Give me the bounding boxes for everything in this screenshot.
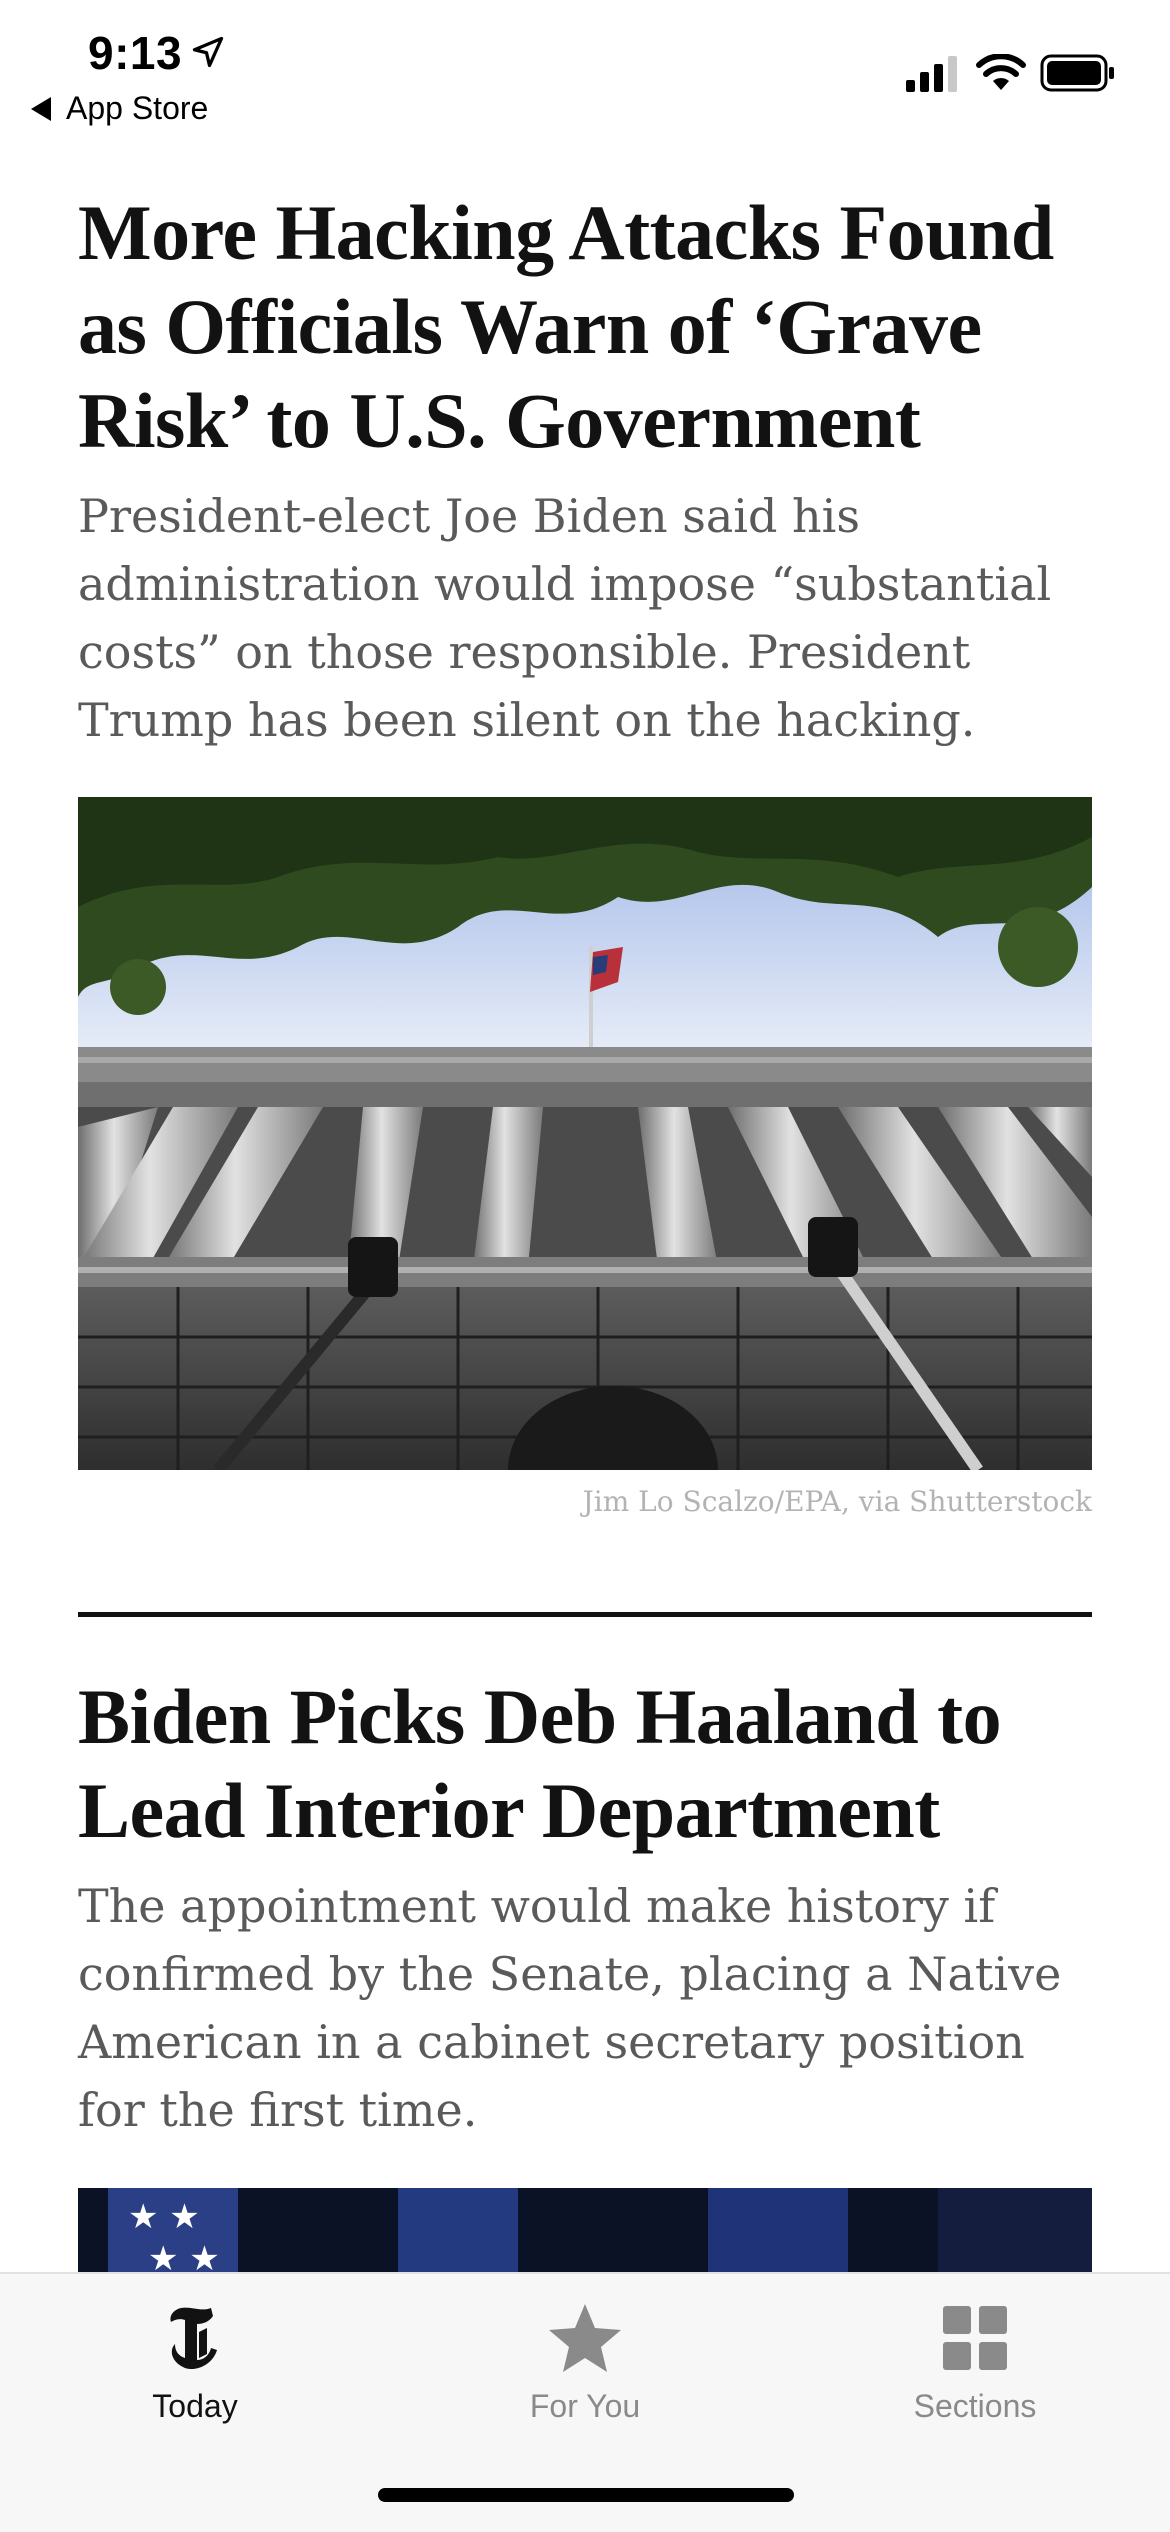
location-arrow-icon bbox=[192, 36, 224, 68]
back-to-app-store-link[interactable]: App Store bbox=[30, 90, 208, 127]
article-2-headline[interactable]: Biden Picks Deb Haaland to Lead Interior… bbox=[78, 1670, 1092, 1858]
article-1-photo-credit: Jim Lo Scalzo/EPA, via Shutterstock bbox=[582, 1485, 1092, 1518]
article-1[interactable]: More Hacking Attacks Found as Officials … bbox=[78, 186, 1092, 754]
article-1-headline[interactable]: More Hacking Attacks Found as Officials … bbox=[78, 186, 1092, 468]
cellular-signal-icon bbox=[906, 56, 957, 92]
status-time: 9:13 bbox=[88, 27, 183, 79]
flags-image: ★ ★ ★ ★ bbox=[78, 2188, 1092, 2278]
screen: 9:13 App Store More Hacking Attacks Foun… bbox=[0, 0, 1170, 2532]
grid-icon bbox=[943, 2306, 1007, 2370]
article-2-photo[interactable]: ★ ★ ★ ★ bbox=[78, 2188, 1092, 2278]
back-triangle-icon bbox=[31, 96, 51, 121]
tab-today-label: Today bbox=[152, 2388, 238, 2424]
article-2-summary: The appointment would make history if co… bbox=[78, 1879, 1062, 2137]
article-1-summary: President-elect Joe Biden said his admin… bbox=[78, 489, 1052, 747]
status-bar: 9:13 App Store bbox=[0, 0, 1170, 140]
article-1-photo[interactable] bbox=[78, 797, 1092, 1470]
tab-for-you-label: For You bbox=[529, 2388, 641, 2424]
wifi-icon bbox=[976, 54, 1026, 90]
article-2[interactable]: Biden Picks Deb Haaland to Lead Interior… bbox=[78, 1670, 1092, 2144]
article-divider bbox=[78, 1612, 1092, 1617]
tab-for-you[interactable]: For You bbox=[390, 2274, 780, 2474]
battery-icon bbox=[1040, 54, 1114, 92]
tab-today[interactable]: Today bbox=[0, 2274, 390, 2474]
svg-text:★ ★: ★ ★ bbox=[128, 2197, 200, 2237]
back-link-label: App Store bbox=[66, 90, 209, 126]
government-building-image bbox=[78, 797, 1092, 1470]
tab-sections-label: Sections bbox=[913, 2388, 1037, 2424]
home-indicator[interactable] bbox=[378, 2488, 794, 2502]
nyt-logo-icon bbox=[170, 2307, 217, 2370]
tab-sections[interactable]: Sections bbox=[780, 2274, 1170, 2474]
star-icon bbox=[549, 2304, 621, 2372]
